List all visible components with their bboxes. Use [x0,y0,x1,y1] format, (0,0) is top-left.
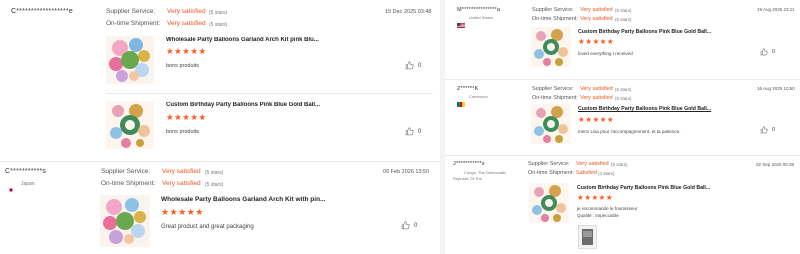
product-title[interactable]: Wholesale Party Balloons Garland Arch Ki… [161,196,326,203]
rating-stars: ★★★★★ [161,207,204,217]
supplier-service-rating: Very satisfied [580,7,613,13]
reviewer-name: M***************a [457,7,501,13]
review-card: J***********s Congo, The Democratic Repu… [445,156,800,254]
review-date: 02 Sep 2025 00:38 [756,162,795,167]
rating-stars: ★★★★★ [577,193,614,202]
ontime-shipment-label: On-time Shipment: [528,170,574,176]
review-photo-thumbnail[interactable] [578,225,597,249]
ontime-shipment-rating: Satisfied [576,170,598,176]
supplier-service-stars: (5 stars) [615,87,632,92]
left-review-panel: C******************e Supplier Service: V… [0,0,440,254]
review-date: 15 Dec 2025 03:48 [385,8,432,15]
rating-stars: ★★★★★ [166,112,207,122]
review-comment: merci Lisa pour l'accompagnement, et ta … [578,129,681,134]
like-count: 0 [418,62,422,69]
us-flag-icon [457,15,465,28]
supplier-service-rating: Very satisfied [576,161,609,167]
like-count: 0 [418,128,422,135]
reviewer-country: United States [469,15,494,20]
supplier-service-rating: Very satisfied [162,168,201,175]
supplier-service-label: Supplier Service: [532,86,574,92]
supplier-service-label: Supplier Service: [528,161,570,167]
thumbs-up-icon [401,221,410,230]
ontime-shipment-label: On-time Shipment: [532,16,578,22]
reviewer-name: Z******K [457,86,479,92]
like-button[interactable]: 0 [760,126,775,134]
reviewer-name: C******************e [11,8,73,15]
review-comment: Great product and great packaging [161,224,254,230]
like-button[interactable]: 0 [405,127,421,136]
supplier-service-label: Supplier Service: [532,7,574,13]
ontime-shipment-label: On-time Shipment: [101,180,156,187]
review-card: Z******K Cameroon Supplier Service: Very… [445,80,800,155]
reviewer-name: C***********s [5,168,47,175]
product-image[interactable] [529,183,569,223]
reviewer-name: J***********s [453,161,485,167]
product-image[interactable] [106,36,154,84]
product-title[interactable]: Custom Birthday Party Balloons Pink Blue… [578,29,728,35]
thumbs-up-icon [760,126,768,134]
review-comment: bons produits [166,63,200,69]
ontime-shipment-label: On-time Shipment: [106,20,161,27]
thumbs-up-icon [405,61,414,70]
right-review-panel: M***************a United States Supplier… [445,0,800,254]
review-date: 16 Aug 2025 10:50 [757,86,795,91]
supplier-service-label: Supplier Service: [106,8,156,15]
supplier-service-rating: Very satisfied [580,86,613,92]
product-image[interactable] [106,101,154,149]
review-comment: loved everything I received [578,51,633,56]
review-comment: bons produits [166,129,200,135]
thumbs-up-icon [405,127,414,136]
reviewer-country: Japan [21,181,35,187]
review-card: C******************e Supplier Service: V… [0,0,440,160]
ontime-shipment-stars: (4 stars) [598,171,615,176]
ontime-shipment-label: On-time Shipment: [532,95,578,101]
ontime-shipment-stars: (5 stars) [615,17,632,22]
supplier-service-stars: (5 stars) [209,9,228,16]
like-count: 0 [772,127,776,133]
supplier-service-label: Supplier Service: [101,168,151,175]
sierra-leone-flag-icon [12,18,21,24]
review-date: 09 Feb 2026 13:50 [383,169,430,175]
ontime-shipment-stars: (5 stars) [209,21,228,28]
reviewer-country: Congo, The Democratic Republic Of The [453,170,507,181]
like-button[interactable]: 0 [405,61,421,70]
rating-stars: ★★★★★ [166,46,207,56]
reviewer-country: Cameroon [469,94,488,99]
product-image[interactable] [100,195,150,247]
product-image[interactable] [531,104,571,144]
rating-stars: ★★★★★ [578,115,615,124]
product-divider [106,93,433,94]
review-card: C***********s Japan Supplier Service: Ve… [0,162,440,254]
supplier-service-rating: Very satisfied [167,8,206,15]
supplier-service-stars: (5 stars) [611,162,628,167]
rating-stars: ★★★★★ [578,37,615,46]
thumbs-up-icon [760,48,768,56]
review-date: 19 Aug 2025 23:11 [757,7,795,12]
ontime-shipment-rating: Very satisfied [167,20,206,27]
product-title[interactable]: Custom Birthday Party Balloons Pink Blue… [577,185,742,191]
review-card: M***************a United States Supplier… [445,0,800,78]
review-comment: je recommande le fournisseur [577,206,638,211]
like-button[interactable]: 0 [401,221,417,230]
supplier-service-stars: (5 stars) [205,169,224,176]
ontime-shipment-rating: Very satisfied [580,16,613,22]
product-title[interactable]: Wholesale Party Balloons Garland Arch Ki… [166,37,341,43]
product-title[interactable]: Custom Birthday Party Balloons Pink Blue… [578,106,728,112]
product-title[interactable]: Custom Birthday Party Balloons Pink Blue… [166,102,341,108]
cameroon-flag-icon [457,94,465,107]
japan-flag-icon [8,180,14,193]
like-count: 0 [772,49,776,55]
ontime-shipment-rating: Very satisfied [580,95,613,101]
supplier-service-stars: (5 stars) [615,8,632,13]
ontime-shipment-stars: (5 stars) [205,181,224,188]
like-count: 0 [414,222,418,229]
product-image[interactable] [531,27,571,67]
ontime-shipment-rating: Very satisfied [162,180,201,187]
like-button[interactable]: 0 [760,48,775,56]
ontime-shipment-stars: (5 stars) [615,96,632,101]
review-comment-quality: Qualité : impeccable [577,213,619,218]
